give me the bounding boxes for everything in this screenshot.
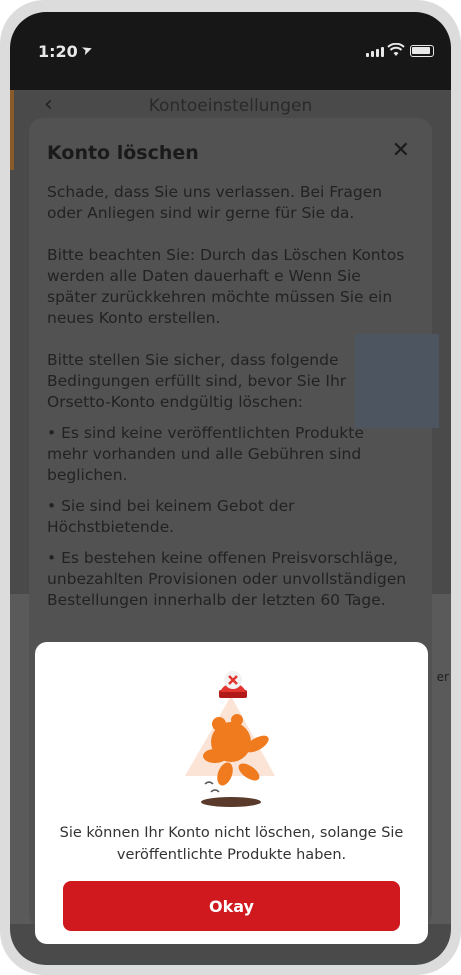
wifi-icon (387, 43, 405, 56)
nav-title: Kontoeinstellungen (148, 96, 313, 116)
device-frame: 1:20 ➤ ‹ Kontoeinstellungen er Konto lös… (0, 0, 461, 975)
background-text-fragment: er (436, 670, 449, 684)
condition-item: • Sie sind bei keinem Gebot der Höchstbi… (47, 497, 295, 536)
condition-item: • Es sind keine veröffentlichten Produkt… (47, 424, 364, 484)
dialog-message: Sie können Ihr Konto nicht löschen, sola… (59, 825, 404, 863)
sheet-paragraph: Schade, dass Sie uns verlassen. Bei Frag… (47, 183, 383, 222)
screen: 1:20 ➤ ‹ Kontoeinstellungen er Konto lös… (10, 12, 451, 965)
location-arrow-icon: ➤ (79, 41, 96, 60)
close-icon[interactable]: ✕ (392, 138, 410, 163)
condition-item: • Es bestehen keine offenen Preisvorschl… (47, 549, 407, 609)
status-bar: 1:20 ➤ (10, 12, 451, 90)
sheet-paragraph: Bitte beachten Sie: Durch das Löschen Ko… (47, 246, 405, 327)
battery-icon (410, 45, 434, 57)
cellular-signal-icon (366, 47, 384, 57)
cannot-delete-dialog: Sie können Ihr Konto nicht löschen, sola… (35, 642, 428, 944)
image-placeholder (355, 334, 439, 428)
sheet-paragraph: Bitte stellen Sie sicher, dass folgende … (47, 351, 347, 411)
sheet-title: Konto löschen (47, 142, 199, 164)
okay-button[interactable]: Okay (63, 881, 400, 931)
sheet-body: Schade, dass Sie uns verlassen. Bei Frag… (47, 182, 407, 621)
status-time: 1:20 (38, 42, 78, 61)
bear-stop-illustration (185, 671, 275, 807)
